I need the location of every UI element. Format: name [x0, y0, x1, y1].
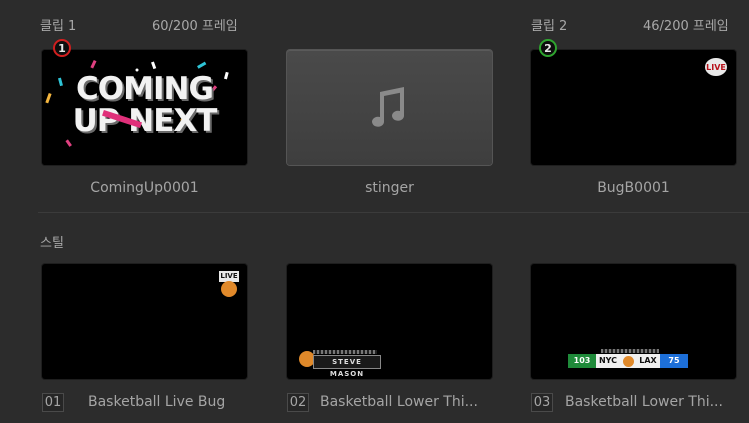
clip-name-bug: BugB0001 [597, 180, 670, 196]
clip-thumbnail-comingup[interactable]: COMING UP NEXT [42, 50, 247, 165]
still-name: Basketball Lower Thi... [320, 394, 478, 410]
music-note-icon [372, 87, 404, 127]
lower-third-stripe [313, 350, 377, 354]
still-thumbnail-lower-third-2[interactable]: 103 NYC LAX 75 [531, 264, 736, 379]
clip-name-stinger: stinger [365, 180, 414, 196]
still-name: Basketball Live Bug [88, 394, 226, 410]
stills-label: 스틸 [40, 236, 64, 251]
still-number: 02 [287, 393, 309, 412]
clip2-title: 클립 2 [531, 19, 568, 34]
clip1-title: 클립 1 [40, 19, 77, 34]
still-name: Basketball Lower Thi... [565, 394, 723, 410]
home-team: NYC [596, 354, 620, 368]
clip-thumbnail-bug[interactable]: LIVE [531, 50, 736, 165]
basketball-icon [622, 355, 634, 367]
clip1-badge: 1 [53, 39, 71, 57]
still-number: 01 [42, 393, 64, 412]
scoreboard-stripe [601, 349, 659, 353]
section-divider [38, 212, 749, 213]
basketball-live-logo: LIVE [219, 271, 239, 297]
clip-name-comingup: ComingUp0001 [90, 180, 199, 196]
clip-thumbnail-stinger[interactable] [287, 50, 492, 165]
coming-up-art-line2: UP NEXT [72, 103, 218, 139]
basketball-icon [221, 281, 237, 297]
clip1-frame-count: 60/200 프레임 [152, 19, 238, 34]
live-bug-logo: LIVE [705, 58, 727, 76]
away-team: LAX [636, 354, 660, 368]
clip2-frame-count: 46/200 프레임 [643, 19, 729, 34]
scoreboard: 103 NYC LAX 75 [568, 354, 698, 368]
still-thumbnail-live-bug[interactable]: LIVE [42, 264, 247, 379]
center-logo [620, 354, 636, 368]
away-score: 75 [660, 354, 688, 368]
home-score: 103 [568, 354, 596, 368]
still-number: 03 [531, 393, 553, 412]
still-thumbnail-lower-third-1[interactable]: STEVE MASON [287, 264, 492, 379]
lower-third-name: STEVE MASON [313, 355, 381, 378]
media-pool-panel: 클립 1 60/200 프레임 클립 2 46/200 프레임 COMING U… [0, 0, 749, 423]
clip2-badge: 2 [539, 39, 557, 57]
coming-up-art-line1: COMING [76, 71, 214, 107]
